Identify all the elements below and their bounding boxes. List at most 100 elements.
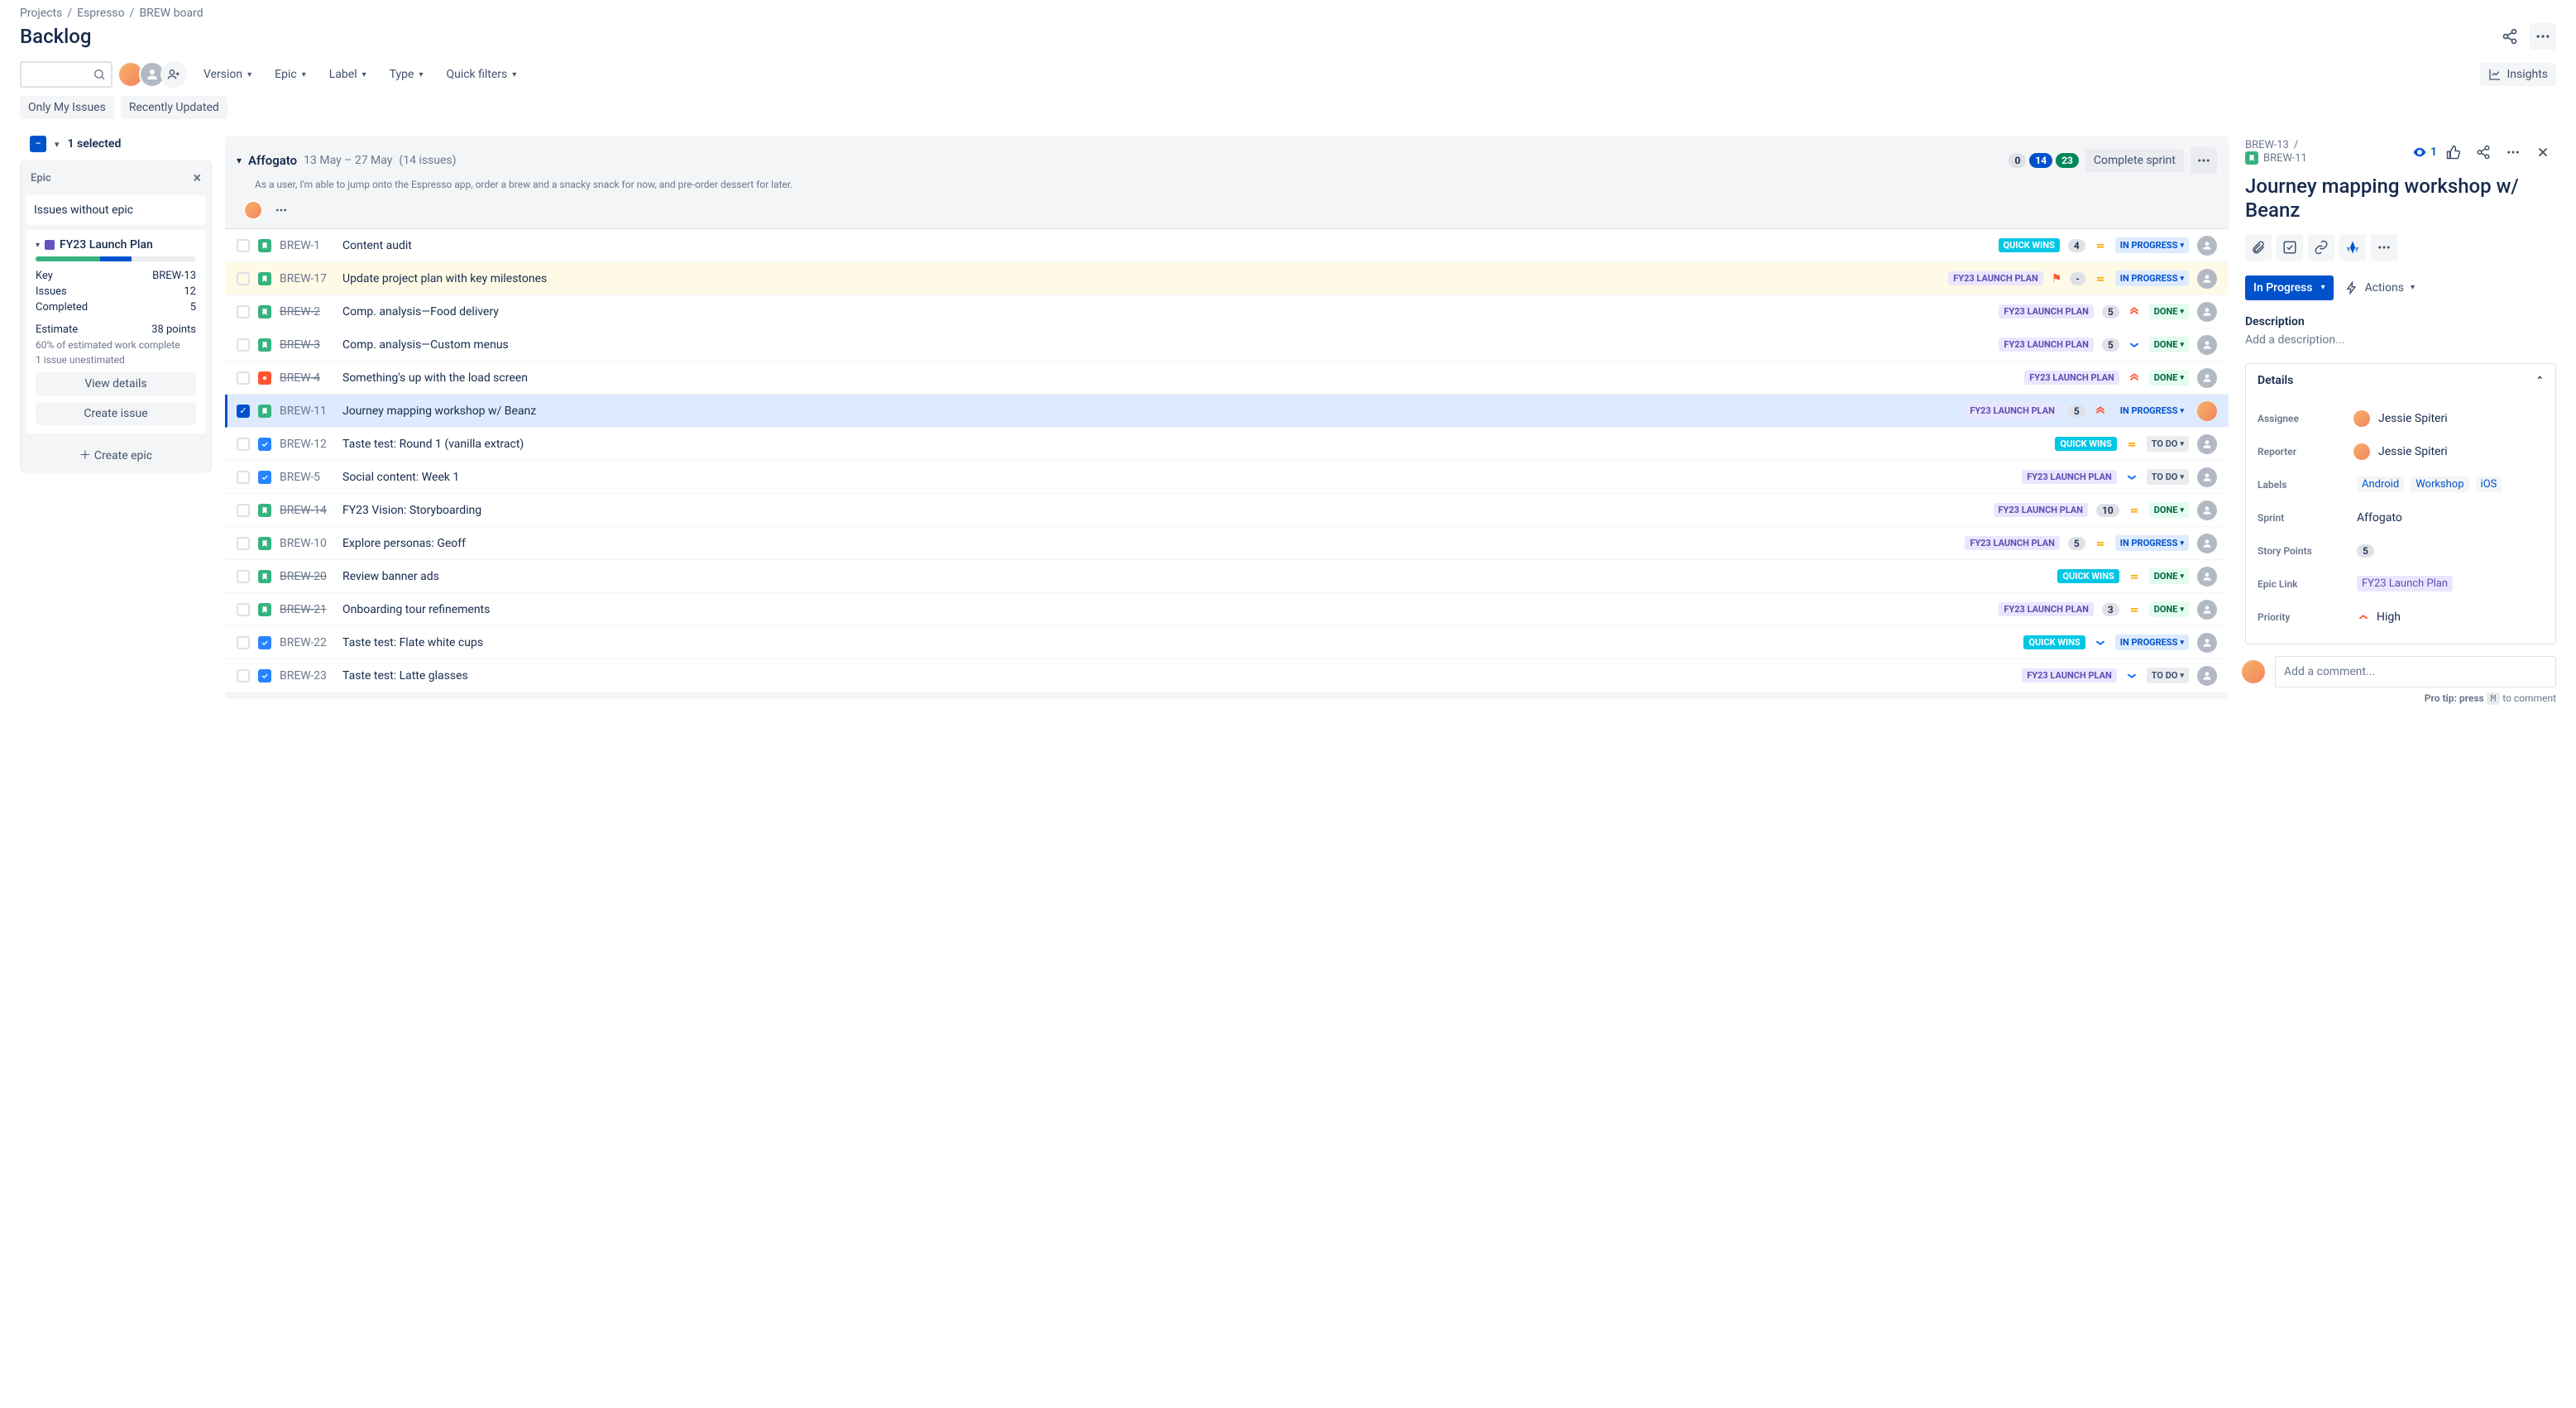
status-lozenge[interactable]: TO DO ▾ bbox=[2147, 668, 2189, 683]
epic-link-chip[interactable]: FY23 Launch Plan bbox=[2357, 576, 2453, 591]
issue-row[interactable]: BREW-3 Comp. analysis—Custom menus FY23 LA… bbox=[225, 328, 2229, 362]
issue-key[interactable]: BREW-3 bbox=[280, 338, 334, 352]
issue-key[interactable]: BREW-12 bbox=[280, 438, 334, 451]
issue-checkbox[interactable] bbox=[237, 438, 250, 451]
issue-key[interactable]: BREW-14 bbox=[280, 504, 334, 517]
detail-key[interactable]: BREW-11 bbox=[2263, 152, 2307, 165]
insights-button[interactable]: Insights bbox=[2480, 63, 2556, 86]
status-lozenge[interactable]: DONE ▾ bbox=[2149, 370, 2189, 386]
status-lozenge[interactable]: IN PROGRESS ▾ bbox=[2115, 403, 2189, 419]
assignee-avatar-unassigned[interactable] bbox=[2197, 368, 2217, 388]
epic-badge[interactable]: FY23 LAUNCH PLAN bbox=[1948, 271, 2043, 285]
avatar[interactable] bbox=[243, 200, 263, 220]
issue-row[interactable]: BREW-1Content auditQUICK WINS4IN PROGRES… bbox=[225, 229, 2229, 262]
assignee-avatar-unassigned[interactable] bbox=[2197, 500, 2217, 520]
status-lozenge[interactable]: IN PROGRESS ▾ bbox=[2115, 237, 2189, 253]
field-labels[interactable]: Android Workshop iOS bbox=[2357, 477, 2544, 492]
field-assignee[interactable]: Jessie Spiteri bbox=[2357, 409, 2544, 429]
issue-row[interactable]: BREW-2 Comp. analysis—Food delivery FY23 L… bbox=[225, 295, 2229, 328]
issue-key[interactable]: BREW-11 bbox=[280, 405, 334, 418]
search-input[interactable] bbox=[20, 61, 113, 88]
more-icon[interactable] bbox=[2530, 23, 2556, 50]
detail-title[interactable]: Journey mapping workshop w/ Beanz bbox=[2245, 175, 2556, 223]
status-lozenge[interactable]: IN PROGRESS ▾ bbox=[2115, 535, 2189, 551]
filter-epic[interactable]: Epic▾ bbox=[268, 61, 313, 88]
filter-type[interactable]: Type▾ bbox=[383, 61, 430, 88]
breadcrumb-item[interactable]: BREW board bbox=[139, 7, 203, 20]
issue-checkbox[interactable] bbox=[237, 636, 250, 649]
issue-summary[interactable]: Review banner ads bbox=[342, 570, 2049, 583]
issue-checkbox[interactable] bbox=[237, 371, 250, 385]
issue-key[interactable]: BREW-10 bbox=[280, 537, 334, 550]
issue-key[interactable]: BREW-5 bbox=[280, 471, 334, 484]
assignee-avatar-unassigned[interactable] bbox=[2197, 335, 2217, 355]
status-lozenge[interactable]: DONE ▾ bbox=[2149, 304, 2189, 319]
label-chip[interactable]: Android bbox=[2357, 477, 2404, 492]
details-toggle[interactable]: Details ⌃ bbox=[2246, 364, 2555, 397]
issue-row[interactable]: BREW-12 Taste test: Round 1 (vanilla extr… bbox=[225, 428, 2229, 461]
assignee-avatar-unassigned[interactable] bbox=[2197, 666, 2217, 686]
assignee-avatar-unassigned[interactable] bbox=[2197, 434, 2217, 454]
comment-input[interactable]: Add a comment... bbox=[2275, 656, 2556, 687]
field-epic-link[interactable]: FY23 Launch Plan bbox=[2357, 576, 2544, 591]
issue-checkbox[interactable] bbox=[237, 471, 250, 484]
issue-summary[interactable]: Comp. analysis—Food delivery bbox=[342, 305, 1990, 318]
issue-key[interactable]: BREW-21 bbox=[280, 603, 334, 616]
issue-row[interactable]: BREW-10Explore personas: GeoffFY23 LAUNC… bbox=[225, 527, 2229, 560]
epic-badge[interactable]: FY23 LAUNCH PLAN bbox=[1999, 338, 2094, 352]
status-lozenge[interactable]: IN PROGRESS ▾ bbox=[2115, 271, 2189, 286]
epic-badge[interactable]: FY23 LAUNCH PLAN bbox=[1965, 404, 2060, 418]
issue-row[interactable]: BREW-20Review banner adsQUICK WINSDONE ▾ bbox=[225, 560, 2229, 593]
issue-key[interactable]: BREW-4 bbox=[280, 371, 334, 385]
issue-summary[interactable]: Taste test: Flate white cups bbox=[342, 636, 2015, 649]
status-dropdown[interactable]: In Progress ▾ bbox=[2245, 275, 2334, 300]
issue-summary[interactable]: Taste test: Round 1 (vanilla extract) bbox=[342, 438, 2047, 451]
status-lozenge[interactable]: DONE ▾ bbox=[2149, 337, 2189, 352]
chevron-down-icon[interactable]: ▾ bbox=[237, 155, 242, 166]
link-icon[interactable] bbox=[2308, 234, 2334, 261]
issue-key[interactable]: BREW-17 bbox=[280, 272, 334, 285]
assignee-avatar-unassigned[interactable] bbox=[2197, 467, 2217, 487]
subtask-icon[interactable] bbox=[2277, 234, 2303, 261]
epic-badge[interactable]: FY23 LAUNCH PLAN bbox=[2022, 470, 2117, 484]
issue-checkbox[interactable] bbox=[237, 570, 250, 583]
epic-key[interactable]: BREW-13 bbox=[152, 270, 196, 282]
more-icon[interactable] bbox=[2191, 147, 2217, 174]
actions-dropdown[interactable]: Actions ▾ bbox=[2345, 281, 2415, 295]
more-icon[interactable] bbox=[271, 200, 291, 220]
watch-button[interactable]: 1 bbox=[2412, 145, 2437, 160]
filter-version[interactable]: Version▾ bbox=[197, 61, 258, 88]
epic-badge[interactable]: QUICK WINS bbox=[2023, 635, 2085, 649]
status-lozenge[interactable]: DONE ▾ bbox=[2149, 502, 2189, 518]
share-icon[interactable] bbox=[2470, 139, 2497, 165]
issue-key[interactable]: BREW-20 bbox=[280, 570, 334, 583]
epic-badge[interactable]: QUICK WINS bbox=[2055, 437, 2116, 451]
assignee-avatar-unassigned[interactable] bbox=[2197, 600, 2217, 620]
breadcrumb-item[interactable]: Espresso bbox=[77, 7, 125, 20]
issue-summary[interactable]: Content audit bbox=[342, 239, 1990, 252]
epic-badge[interactable]: QUICK WINS bbox=[1999, 238, 2060, 252]
issue-row[interactable]: BREW-21Onboarding tour refinementsFY23 L… bbox=[225, 593, 2229, 626]
issue-summary[interactable]: Something's up with the load screen bbox=[342, 371, 2016, 385]
issue-row[interactable]: BREW-17Update project plan with key mile… bbox=[225, 262, 2229, 295]
issue-row[interactable]: BREW-23Taste test: Latte glassesFY23 LAU… bbox=[225, 659, 2229, 692]
status-lozenge[interactable]: DONE ▾ bbox=[2149, 568, 2189, 584]
issue-row[interactable]: ✓BREW-11Journey mapping workshop w/ Bean… bbox=[225, 395, 2229, 428]
assignee-avatar-unassigned[interactable] bbox=[2197, 269, 2217, 289]
epic-badge[interactable]: FY23 LAUNCH PLAN bbox=[1999, 304, 2094, 318]
field-reporter[interactable]: Jessie Spiteri bbox=[2357, 442, 2544, 462]
chevron-down-icon[interactable]: ▾ bbox=[55, 139, 60, 150]
issue-checkbox[interactable] bbox=[237, 669, 250, 682]
field-priority[interactable]: High bbox=[2357, 611, 2544, 624]
add-person-icon[interactable] bbox=[160, 61, 187, 88]
issue-key[interactable]: BREW-2 bbox=[280, 305, 334, 318]
create-issue-button[interactable]: Create issue bbox=[36, 402, 196, 425]
issue-row[interactable]: BREW-5 Social content: Week 1 FY23 LAUNCH … bbox=[225, 461, 2229, 494]
view-details-button[interactable]: View details bbox=[36, 372, 196, 395]
field-story-points[interactable]: 5 bbox=[2357, 544, 2544, 558]
issue-summary[interactable]: Social content: Week 1 bbox=[342, 471, 2013, 484]
issue-checkbox[interactable] bbox=[237, 603, 250, 616]
select-all-checkbox[interactable]: − bbox=[30, 136, 46, 152]
status-lozenge[interactable]: TO DO ▾ bbox=[2147, 436, 2189, 452]
issue-summary[interactable]: Comp. analysis—Custom menus bbox=[342, 338, 1990, 352]
